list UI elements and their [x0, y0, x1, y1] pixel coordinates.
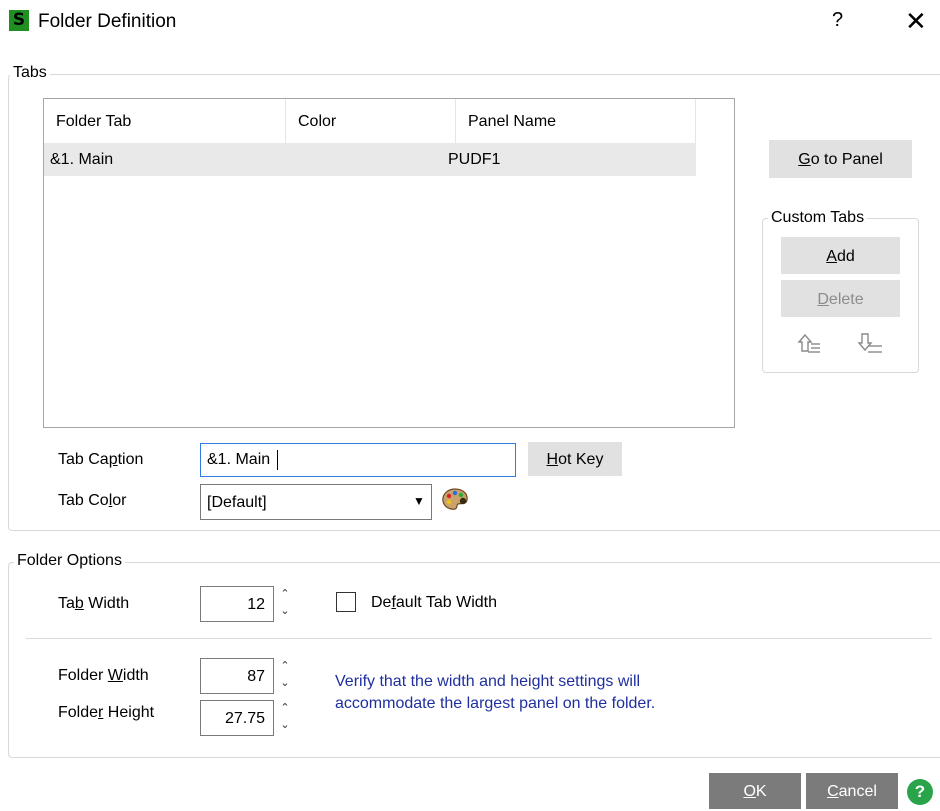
table-row[interactable]: &1. Main PUDF1: [44, 143, 696, 176]
app-logo-icon: S: [9, 10, 29, 31]
cell-panel-name: PUDF1: [448, 151, 501, 168]
tab-width-input[interactable]: 12: [200, 586, 274, 622]
tab-color-select[interactable]: [Default] ▼: [200, 484, 432, 520]
default-tab-width-checkbox[interactable]: [336, 592, 356, 612]
column-header-color[interactable]: Color: [286, 99, 456, 143]
chevron-down-icon[interactable]: ⌄: [278, 675, 292, 692]
palette-icon[interactable]: [441, 487, 469, 513]
add-tab-button[interactable]: Add: [781, 237, 900, 274]
chevron-down-icon[interactable]: ⌄: [278, 717, 292, 734]
hot-key-button[interactable]: Hot Key: [528, 442, 622, 476]
folder-tabs-list[interactable]: Folder Tab Color Panel Name &1. Main PUD…: [43, 98, 735, 428]
folder-height-input[interactable]: 27.75: [200, 700, 274, 736]
chevron-up-icon[interactable]: ⌃: [278, 586, 292, 603]
folder-options-divider: [26, 638, 932, 639]
default-tab-width-label[interactable]: Default Tab Width: [371, 594, 497, 612]
tab-color-label: Tab Color: [58, 492, 127, 509]
size-note-line-2: accommodate the largest panel on the fol…: [335, 695, 656, 712]
size-note: Verify that the width and height setting…: [335, 671, 655, 715]
tab-caption-label: Tab Caption: [58, 451, 144, 468]
folder-options-group: [8, 562, 940, 758]
tab-width-label: Tab Width: [58, 595, 130, 612]
column-header-folder-tab[interactable]: Folder Tab: [44, 99, 286, 143]
custom-tabs-label: Custom Tabs: [768, 209, 868, 227]
chevron-up-icon[interactable]: ⌃: [278, 700, 292, 717]
move-down-icon[interactable]: [856, 331, 884, 355]
list-header: Folder Tab Color Panel Name: [44, 99, 696, 144]
delete-tab-button[interactable]: Delete: [781, 280, 900, 317]
tab-caption-input[interactable]: &1. Main: [200, 443, 516, 477]
column-header-panel-name[interactable]: Panel Name: [456, 99, 696, 143]
cell-folder-tab: &1. Main: [50, 151, 114, 168]
tab-width-stepper[interactable]: ⌃ ⌄: [278, 586, 292, 621]
cancel-button[interactable]: Cancel: [806, 773, 898, 809]
size-note-line-1: Verify that the width and height setting…: [335, 673, 641, 690]
ok-button[interactable]: OK: [709, 773, 801, 809]
close-button[interactable]: ✕: [905, 6, 927, 37]
folder-width-input[interactable]: 87: [200, 658, 274, 694]
folder-height-stepper[interactable]: ⌃ ⌄: [278, 700, 292, 735]
folder-options-label: Folder Options: [14, 552, 125, 570]
go-to-panel-button[interactable]: Go to Panel: [769, 140, 912, 178]
tabs-group-label: Tabs: [10, 64, 50, 82]
move-up-icon[interactable]: [796, 331, 822, 355]
help-circle-icon[interactable]: ?: [907, 779, 933, 805]
folder-height-label: Folder Height: [58, 704, 155, 721]
dropdown-arrow-icon: ▼: [413, 494, 425, 508]
chevron-up-icon[interactable]: ⌃: [278, 658, 292, 675]
chevron-down-icon[interactable]: ⌄: [278, 603, 292, 620]
window-title: Folder Definition: [38, 11, 177, 32]
help-button[interactable]: ?: [832, 9, 843, 32]
folder-width-stepper[interactable]: ⌃ ⌄: [278, 658, 292, 693]
folder-width-label: Folder Width: [58, 667, 149, 684]
